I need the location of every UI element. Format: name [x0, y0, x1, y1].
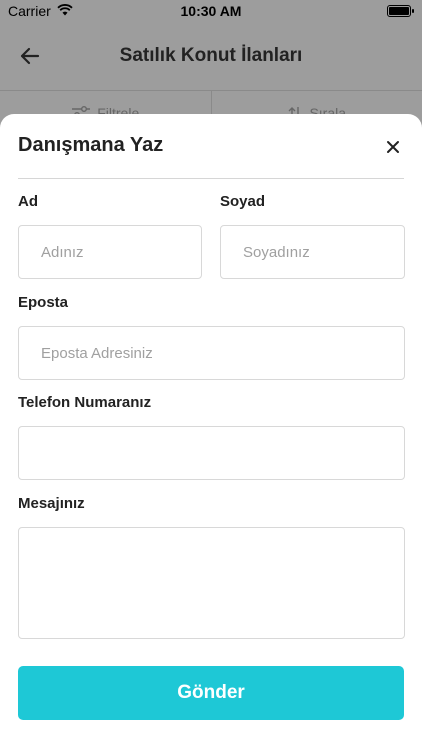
submit-button[interactable]: Gönder	[18, 666, 404, 720]
battery-icon	[387, 5, 414, 17]
status-left: Carrier	[8, 3, 73, 19]
message-textarea[interactable]	[18, 527, 405, 639]
page-title: Satılık Konut İlanları	[120, 45, 303, 67]
email-input[interactable]	[18, 326, 405, 380]
status-time: 10:30 AM	[181, 3, 242, 19]
email-label: Eposta	[18, 294, 68, 311]
first-name-label: Ad	[18, 193, 38, 210]
wifi-icon	[57, 3, 73, 19]
back-arrow-icon[interactable]	[16, 42, 44, 70]
last-name-label: Soyad	[220, 193, 265, 210]
contact-advisor-sheet: Danışmana Yaz Ad Soyad Eposta Telefon Nu…	[0, 114, 422, 754]
sheet-title: Danışmana Yaz	[18, 134, 163, 157]
last-name-input[interactable]	[220, 225, 405, 279]
close-icon[interactable]	[382, 136, 404, 158]
carrier-label: Carrier	[8, 3, 51, 19]
sheet-divider	[18, 178, 404, 179]
phone-label: Telefon Numaranız	[18, 394, 151, 411]
navigation-bar: Satılık Konut İlanları	[0, 22, 422, 90]
message-label: Mesajınız	[18, 495, 85, 512]
phone-input[interactable]	[18, 426, 405, 480]
first-name-input[interactable]	[18, 225, 202, 279]
status-bar: Carrier 10:30 AM	[0, 0, 422, 22]
